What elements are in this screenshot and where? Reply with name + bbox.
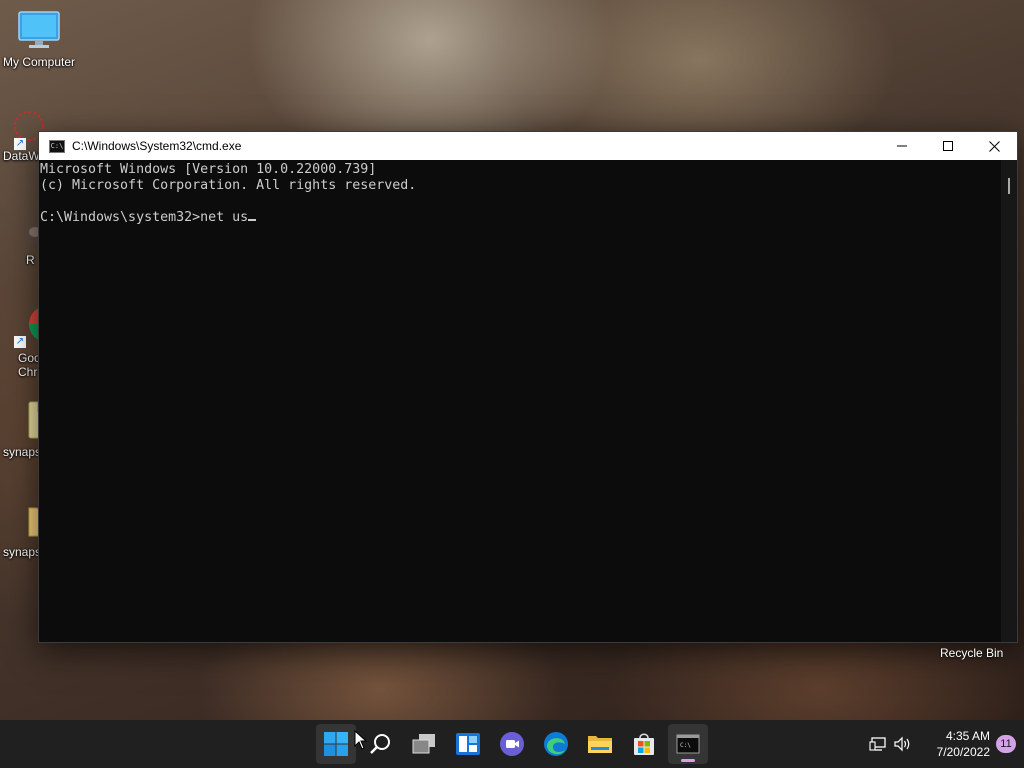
console-input: C:\Windows\system32>net us bbox=[40, 210, 249, 225]
monitor-icon bbox=[18, 11, 60, 48]
clock-date: 7/20/2022 bbox=[936, 745, 990, 759]
task-view-button[interactable] bbox=[404, 724, 444, 764]
svg-text:C:\: C:\ bbox=[680, 742, 691, 749]
notification-badge[interactable]: 11 bbox=[996, 735, 1016, 753]
active-indicator bbox=[681, 759, 695, 762]
mouse-pointer-icon bbox=[354, 730, 368, 750]
terminal-icon: C:\ bbox=[676, 734, 700, 754]
task-view-icon bbox=[412, 734, 435, 754]
maximize-button[interactable] bbox=[925, 132, 971, 160]
desktop-icon-label: My Computer bbox=[2, 55, 76, 69]
text-cursor bbox=[248, 219, 257, 221]
store-icon bbox=[634, 733, 654, 755]
file-explorer-icon bbox=[588, 736, 612, 753]
start-button[interactable] bbox=[316, 724, 356, 764]
close-icon bbox=[988, 140, 1000, 152]
window-title: C:\Windows\System32\cmd.exe bbox=[72, 139, 242, 153]
shortcut-arrow-icon: ↗ bbox=[14, 336, 26, 348]
clock-time: 4:35 AM bbox=[945, 729, 990, 743]
widgets-icon bbox=[456, 733, 480, 755]
terminal-taskbar-button[interactable]: C:\ bbox=[668, 724, 708, 764]
minimize-button[interactable] bbox=[879, 132, 925, 160]
caption-buttons bbox=[879, 132, 1017, 160]
store-button[interactable] bbox=[624, 724, 664, 764]
start-icon bbox=[324, 732, 348, 756]
desktop-icon-my-computer[interactable]: My Computer bbox=[0, 10, 78, 69]
cmd-app-icon[interactable]: C:\ bbox=[49, 139, 65, 153]
widgets-button[interactable] bbox=[448, 724, 488, 764]
chat-button[interactable] bbox=[492, 724, 532, 764]
title-bar[interactable]: C:\ C:\Windows\System32\cmd.exe bbox=[39, 132, 1017, 160]
volume-icon bbox=[894, 736, 910, 752]
console-output[interactable]: Microsoft Windows [Version 10.0.22000.73… bbox=[39, 160, 1001, 642]
edge-button[interactable] bbox=[536, 724, 576, 764]
close-button[interactable] bbox=[971, 132, 1017, 160]
volume-button[interactable] bbox=[890, 736, 914, 752]
console-prompt-line: C:\Windows\system32>net us bbox=[40, 210, 1001, 226]
shortcut-arrow-icon: ↗ bbox=[14, 138, 26, 150]
recycle-bin-label[interactable]: Recycle Bin bbox=[940, 646, 1003, 660]
clock[interactable]: 4:35 AM 7/20/2022 bbox=[937, 728, 990, 760]
chat-icon bbox=[500, 732, 524, 756]
scrollbar-thumb[interactable] bbox=[1008, 178, 1010, 194]
search-icon bbox=[370, 734, 390, 754]
console-line: Microsoft Windows [Version 10.0.22000.73… bbox=[40, 162, 377, 177]
cmd-window[interactable]: C:\ C:\Windows\System32\cmd.exe Microsof… bbox=[38, 131, 1018, 643]
taskbar: C:\ 4:35 AM 7/20/2022 11 bbox=[0, 720, 1024, 768]
file-explorer-button[interactable] bbox=[580, 724, 620, 764]
console-line: (c) Microsoft Corporation. All rights re… bbox=[40, 178, 417, 193]
system-tray bbox=[866, 720, 914, 768]
maximize-icon bbox=[943, 141, 953, 151]
network-icon bbox=[869, 737, 886, 751]
network-button[interactable] bbox=[866, 736, 890, 752]
vertical-scrollbar[interactable] bbox=[1001, 160, 1017, 642]
edge-icon bbox=[544, 732, 568, 756]
minimize-icon bbox=[897, 145, 907, 147]
